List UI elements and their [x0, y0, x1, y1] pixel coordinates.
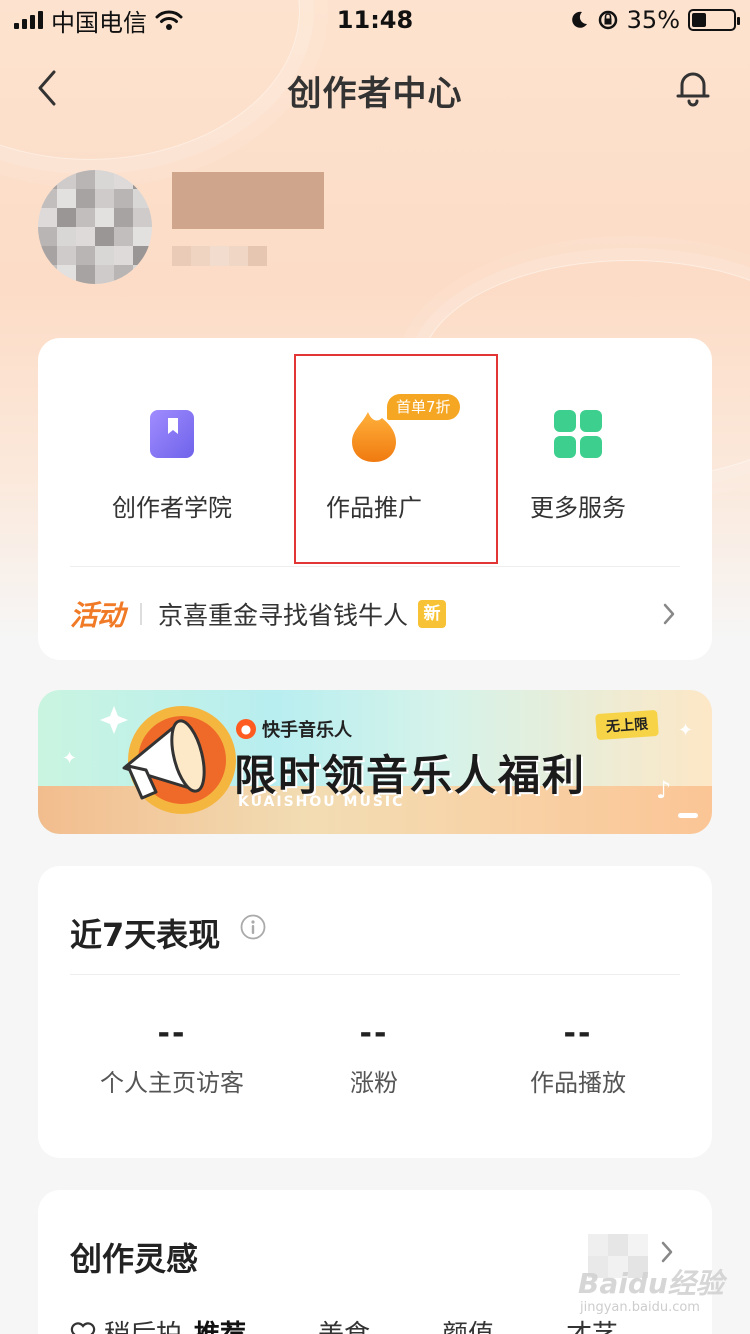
avatar[interactable] [38, 170, 152, 284]
tab-label: 美食 [318, 1314, 370, 1334]
megaphone-icon [100, 706, 236, 814]
new-badge: 新 [418, 599, 447, 628]
username-redacted [172, 172, 324, 229]
metric-label: 涨粉 [350, 1069, 398, 1097]
metric-value: -- [157, 1016, 187, 1051]
info-icon[interactable] [240, 914, 266, 940]
performance-title: 近7天表现 [70, 916, 221, 954]
sparkle-icon: ✦ [62, 748, 78, 769]
tab-shoot-later[interactable]: 稍后拍 [70, 1314, 194, 1334]
metric-label: 作品播放 [530, 1069, 626, 1097]
metric-value: -- [359, 1016, 389, 1051]
tab-talent[interactable]: 才艺 [566, 1314, 690, 1334]
service-label: 更多服务 [530, 494, 626, 522]
activity-text: 京喜重金寻找省钱牛人 [158, 600, 409, 630]
activity-row[interactable]: 活动 京喜重金寻找省钱牛人 新 [70, 567, 680, 660]
carrier-label: 中国电信 [51, 8, 147, 37]
inspiration-tabs: 稍后拍 推荐 美食 颜值 才艺 [70, 1314, 690, 1334]
battery-percent: 35% [626, 6, 680, 34]
status-bar: 中国电信 11:48 35% [0, 0, 750, 40]
wifi-icon [155, 10, 183, 30]
banner-subtitle: KUAISHOU MUSIC [238, 794, 405, 810]
carousel-indicator [678, 813, 698, 818]
page-title: 创作者中心 [287, 74, 463, 114]
cellular-signal-icon [14, 11, 43, 29]
metric-value: -- [563, 1016, 593, 1051]
service-label: 作品推广 [326, 494, 422, 522]
creator-center-page: 中国电信 11:48 35% 创作者中心 创作者学院 作品推广 首单7折 更多服… [0, 0, 750, 1334]
baidu-watermark: Baidu经验 [578, 1267, 724, 1300]
tab-food[interactable]: 美食 [318, 1314, 442, 1334]
metric-video-plays[interactable]: -- 作品播放 [466, 1016, 690, 1098]
service-creator-academy[interactable]: 创作者学院 [60, 338, 284, 566]
banner-brand: ● 快手音乐人 [236, 716, 352, 742]
tab-label: 才艺 [566, 1314, 618, 1334]
tab-recommended[interactable]: 推荐 [194, 1314, 318, 1334]
divider [140, 602, 143, 625]
banner-tag: 无上限 [595, 709, 659, 741]
notification-bell-icon[interactable] [672, 66, 714, 108]
sparkle-icon: ✦ [678, 720, 694, 741]
services-card: 创作者学院 作品推广 首单7折 更多服务 活动 京喜重金寻找省钱牛人 新 [38, 338, 712, 660]
baidu-watermark-url: jingyan.baidu.com [580, 1300, 700, 1315]
kuaishou-logo-icon: ● [236, 719, 256, 739]
activity-tag: 活动 [70, 598, 125, 632]
rotation-lock-icon [598, 10, 617, 30]
discount-badge: 首单7折 [387, 394, 460, 420]
metric-profile-visitors[interactable]: -- 个人主页访客 [60, 1016, 284, 1098]
chevron-right-icon [662, 601, 680, 627]
moon-icon [571, 11, 587, 28]
tab-label: 推荐 [194, 1314, 246, 1334]
tab-looks[interactable]: 颜值 [442, 1314, 566, 1334]
service-more-services[interactable]: 更多服务 [466, 338, 690, 566]
nav-header: 创作者中心 [0, 52, 750, 122]
user-subtitle-redacted [172, 246, 267, 266]
divider [70, 974, 680, 975]
tab-label: 稍后拍 [104, 1314, 182, 1334]
back-chevron-icon[interactable] [30, 68, 64, 108]
heart-icon [70, 1321, 96, 1334]
banner-brand-label: 快手音乐人 [262, 720, 352, 741]
bookmark-book-icon [146, 408, 198, 460]
tab-label: 颜值 [442, 1314, 494, 1334]
service-label: 创作者学院 [112, 494, 232, 522]
metric-new-followers[interactable]: -- 涨粉 [262, 1016, 486, 1098]
service-work-promotion[interactable]: 作品推广 [262, 338, 486, 566]
metric-label: 个人主页访客 [100, 1069, 244, 1097]
grid-apps-icon [552, 408, 604, 460]
inspiration-title: 创作灵感 [70, 1240, 199, 1278]
battery-icon [688, 9, 740, 31]
music-note-icon: ♪ [656, 776, 672, 804]
music-promo-banner[interactable]: ● 快手音乐人 限时领音乐人福利 KUAISHOU MUSIC 无上限 ✦ ✦ … [38, 690, 712, 834]
performance-card: 近7天表现 -- 个人主页访客 -- 涨粉 -- 作品播放 [38, 866, 712, 1158]
